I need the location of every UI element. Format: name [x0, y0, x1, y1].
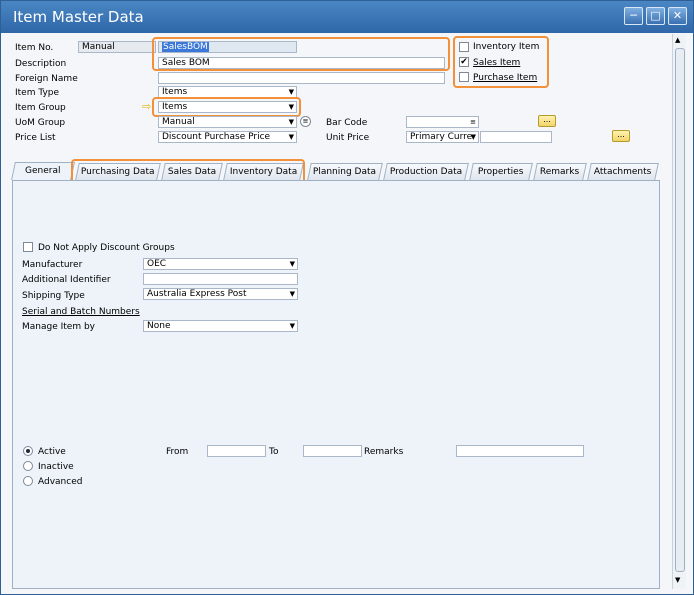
price-list-value: Discount Purchase Price — [162, 132, 271, 142]
price-list-select[interactable]: Discount Purchase Price ▼ — [158, 131, 297, 143]
unit-price-label: Unit Price — [326, 133, 370, 143]
from-date-input[interactable] — [207, 445, 266, 457]
advanced-radio[interactable] — [23, 476, 33, 486]
chevron-down-icon: ▼ — [288, 133, 294, 141]
no-discount-checkbox[interactable] — [23, 242, 33, 252]
manufacturer-value: OEC — [147, 259, 167, 269]
active-radio[interactable] — [23, 446, 33, 456]
close-button[interactable]: ✕ — [668, 7, 687, 25]
bar-code-browse-button[interactable]: ... — [538, 115, 556, 127]
tab-remarks[interactable]: Remarks — [533, 163, 587, 180]
chevron-down-icon: ▼ — [288, 88, 294, 96]
chevron-down-icon: ▼ — [289, 322, 295, 330]
scroll-up-icon[interactable]: ▲ — [675, 36, 680, 44]
vertical-scrollbar[interactable]: ▲ ▼ — [672, 34, 686, 589]
tab-attachments[interactable]: Attachments — [587, 163, 659, 180]
highlight-item-group — [152, 97, 301, 117]
tab-general[interactable]: General — [11, 162, 75, 180]
additional-identifier-label: Additional Identifier — [22, 275, 111, 285]
remarks-input[interactable] — [456, 445, 584, 457]
scroll-down-icon[interactable]: ▼ — [675, 576, 680, 584]
from-label: From — [166, 447, 189, 457]
manufacturer-select[interactable]: OEC ▼ — [143, 258, 298, 270]
shipping-type-value: Australia Express Post — [147, 289, 247, 299]
list-icon: ≡ — [470, 118, 476, 126]
currency-value: Primary Curre — [410, 132, 473, 142]
foreign-name-label: Foreign Name — [15, 74, 78, 84]
remarks-label: Remarks — [364, 447, 404, 457]
uom-group-label: UoM Group — [15, 118, 66, 128]
shipping-type-label: Shipping Type — [22, 291, 85, 301]
item-no-label: Item No. — [15, 43, 54, 53]
to-label: To — [269, 447, 279, 457]
highlight-item-flags — [453, 36, 549, 88]
link-arrow-icon[interactable]: ⇨ — [142, 100, 151, 113]
foreign-name-input[interactable] — [158, 72, 445, 84]
bar-code-input[interactable]: ≡ — [406, 116, 479, 128]
no-discount-label: Do Not Apply Discount Groups — [38, 243, 175, 253]
price-list-label: Price List — [15, 133, 56, 143]
uom-group-select[interactable]: Manual ▼ — [158, 116, 297, 128]
bar-code-label: Bar Code — [326, 118, 368, 128]
unit-price-input[interactable] — [480, 131, 552, 143]
inactive-radio[interactable] — [23, 461, 33, 471]
general-tab-panel — [12, 180, 660, 589]
serial-batch-label: Serial and Batch Numbers — [22, 307, 140, 317]
scroll-thumb[interactable] — [675, 48, 685, 572]
currency-select[interactable]: Primary Curre ▼ — [406, 131, 479, 143]
tab-properties[interactable]: Properties — [469, 163, 533, 180]
maximize-button[interactable]: □ — [646, 7, 665, 25]
advanced-label: Advanced — [38, 477, 83, 487]
inactive-label: Inactive — [38, 462, 74, 472]
title-bar[interactable]: Item Master Data ─ □ ✕ — [1, 1, 693, 33]
unit-price-browse-button[interactable]: ... — [612, 130, 630, 142]
manufacturer-label: Manufacturer — [22, 260, 83, 270]
manage-item-select[interactable]: None ▼ — [143, 320, 298, 332]
chevron-down-icon: ▼ — [470, 133, 476, 141]
item-type-value: Items — [162, 87, 188, 97]
uom-details-icon[interactable]: ≡ — [300, 116, 311, 127]
tab-production-data[interactable]: Production Data — [383, 163, 469, 180]
item-type-label: Item Type — [15, 88, 60, 98]
active-label: Active — [38, 447, 66, 457]
chevron-down-icon: ▼ — [289, 290, 295, 298]
shipping-type-select[interactable]: Australia Express Post ▼ — [143, 288, 298, 300]
chevron-down-icon: ▼ — [289, 260, 295, 268]
description-label: Description — [15, 59, 67, 69]
manage-item-value: None — [147, 321, 171, 331]
to-date-input[interactable] — [303, 445, 362, 457]
uom-group-value: Manual — [162, 117, 195, 127]
item-no-mode-select[interactable]: Manual — [78, 41, 156, 53]
chevron-down-icon: ▼ — [288, 118, 294, 126]
minimize-button[interactable]: ─ — [624, 7, 643, 25]
item-group-label: Item Group — [15, 103, 66, 113]
additional-identifier-input[interactable] — [143, 273, 298, 285]
description-input[interactable]: Sales BOM — [158, 57, 445, 69]
manage-item-label: Manage Item by — [22, 322, 95, 332]
window-title: Item Master Data — [13, 8, 144, 26]
tab-planning-data[interactable]: Planning Data — [307, 163, 383, 180]
item-master-data-window: Item Master Data ─ □ ✕ Item No. Manual S… — [0, 0, 694, 595]
